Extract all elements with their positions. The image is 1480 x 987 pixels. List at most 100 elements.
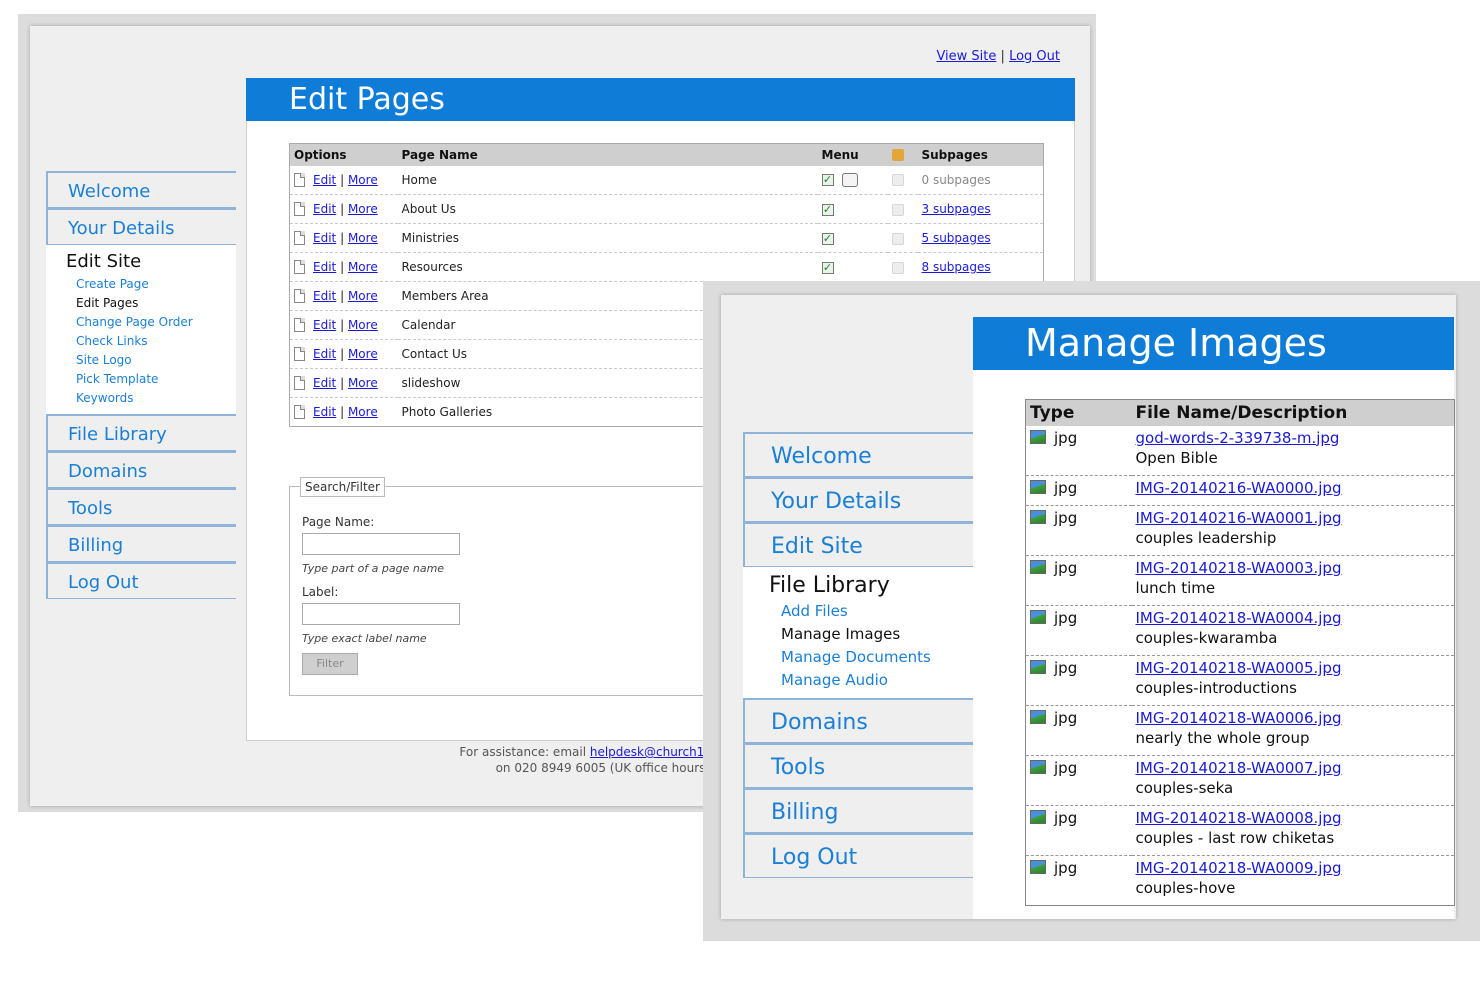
manage-images-sidebar: Welcome Your Details Edit Site File Libr… xyxy=(743,432,973,878)
sidebar-item-edit-site[interactable]: Edit Site xyxy=(743,522,973,567)
file-name-link[interactable]: IMG-20140218-WA0006.jpg xyxy=(1136,709,1451,727)
sidebar: Welcome Your Details Edit Site Create Pa… xyxy=(46,171,236,599)
sidebar-item-log-out[interactable]: Log Out xyxy=(743,833,973,878)
label-input[interactable] xyxy=(302,603,460,625)
page-icon xyxy=(294,376,305,391)
sidebar-item-edit-site[interactable]: Edit Site xyxy=(66,251,236,272)
manage-images-title: Manage Images xyxy=(973,317,1454,370)
lock-icon[interactable] xyxy=(891,261,904,274)
sidebar-item-your-details[interactable]: Your Details xyxy=(46,208,236,245)
file-description: nearly the whole group xyxy=(1135,729,1310,747)
sidebar-item-file-library[interactable]: File Library xyxy=(46,414,236,451)
sidebar-item-billing[interactable]: Billing xyxy=(743,788,973,833)
edit-link[interactable]: Edit xyxy=(313,318,336,332)
sidebar-subitem-manage-images[interactable]: Manage Images xyxy=(769,623,973,646)
checkbox-checked-icon[interactable]: ✓ xyxy=(821,232,834,245)
sidebar-item-welcome[interactable]: Welcome xyxy=(743,432,973,477)
row-type: jpg xyxy=(1025,505,1132,556)
sidebar-subitem-add-files[interactable]: Add Files xyxy=(769,600,973,623)
pages-table-header: Options Page Name Menu Subpages xyxy=(289,143,1044,166)
top-log-out-link[interactable]: Log Out xyxy=(1009,49,1060,64)
sidebar-subitem-check-links[interactable]: Check Links xyxy=(66,332,236,351)
more-link[interactable]: More xyxy=(348,376,378,390)
col-page-name: Page Name xyxy=(397,143,818,166)
edit-link[interactable]: Edit xyxy=(313,173,336,187)
sidebar-subitem-manage-audio[interactable]: Manage Audio xyxy=(769,669,973,692)
sidebar-item-domains[interactable]: Domains xyxy=(743,698,973,743)
row-lock xyxy=(887,223,918,253)
options-separator: | xyxy=(340,201,345,216)
image-file-icon xyxy=(1030,480,1046,494)
file-type: jpg xyxy=(1054,479,1078,497)
more-link[interactable]: More xyxy=(348,231,378,245)
lock-icon[interactable] xyxy=(891,232,904,245)
file-name-link[interactable]: IMG-20140218-WA0007.jpg xyxy=(1136,759,1451,777)
more-link[interactable]: More xyxy=(348,289,378,303)
images-table-header: Type File Name/Description xyxy=(1025,399,1455,426)
more-link[interactable]: More xyxy=(348,173,378,187)
file-name-link[interactable]: IMG-20140218-WA0008.jpg xyxy=(1136,809,1451,827)
checkbox-checked-icon[interactable]: ✓ xyxy=(821,203,834,216)
sidebar-item-tools[interactable]: Tools xyxy=(743,743,973,788)
sidebar-subitem-pick-template[interactable]: Pick Template xyxy=(66,370,236,389)
edit-link[interactable]: Edit xyxy=(313,405,336,419)
more-link[interactable]: More xyxy=(348,405,378,419)
subpages-link[interactable]: 5 subpages xyxy=(922,231,991,245)
file-name-link[interactable]: IMG-20140216-WA0000.jpg xyxy=(1136,479,1451,497)
row-type: jpg xyxy=(1025,605,1132,656)
table-row: jpg IMG-20140218-WA0006.jpg nearly the who… xyxy=(1025,705,1455,756)
sidebar-item-log-out[interactable]: Log Out xyxy=(46,562,236,599)
subpages-link[interactable]: 8 subpages xyxy=(922,260,991,274)
more-link[interactable]: More xyxy=(348,347,378,361)
label-hint: Type exact label name xyxy=(302,632,427,645)
sidebar-subitem-create-page[interactable]: Create Page xyxy=(66,275,236,294)
col-menu: Menu xyxy=(817,143,888,166)
edit-link[interactable]: Edit xyxy=(313,202,336,216)
more-link[interactable]: More xyxy=(348,202,378,216)
more-link[interactable]: More xyxy=(348,260,378,274)
edit-link[interactable]: Edit xyxy=(313,347,336,361)
lock-icon[interactable] xyxy=(891,174,904,187)
page-name-input[interactable] xyxy=(302,533,460,555)
file-name-link[interactable]: IMG-20140218-WA0004.jpg xyxy=(1136,609,1451,627)
search-filter-legend: Search/Filter xyxy=(300,477,385,497)
edit-link[interactable]: Edit xyxy=(313,260,336,274)
sidebar-subitem-change-page-order[interactable]: Change Page Order xyxy=(66,313,236,332)
col-file-name: File Name/Description xyxy=(1131,399,1455,426)
table-row: jpg IMG-20140218-WA0003.jpg lunch time xyxy=(1025,555,1455,606)
file-name-link[interactable]: IMG-20140218-WA0003.jpg xyxy=(1136,559,1451,577)
checkbox-checked-icon[interactable]: ✓ xyxy=(821,261,834,274)
lock-icon[interactable] xyxy=(891,203,904,216)
file-name-link[interactable]: IMG-20140218-WA0005.jpg xyxy=(1136,659,1451,677)
row-subpages: 3 subpages xyxy=(917,194,1044,224)
edit-link[interactable]: Edit xyxy=(313,231,336,245)
subpages-link[interactable]: 3 subpages xyxy=(922,202,991,216)
file-name-link[interactable]: god-words-2-339738-m.jpg xyxy=(1136,429,1451,447)
file-type: jpg xyxy=(1054,759,1078,777)
sidebar-subitem-keywords[interactable]: Keywords xyxy=(66,389,236,408)
file-name-link[interactable]: IMG-20140216-WA0001.jpg xyxy=(1136,509,1451,527)
sidebar-item-domains[interactable]: Domains xyxy=(46,451,236,488)
edit-link[interactable]: Edit xyxy=(313,289,336,303)
file-name-link[interactable]: IMG-20140218-WA0009.jpg xyxy=(1136,859,1451,877)
table-row: Edit | More Ministries ✓ 5 subpages xyxy=(289,223,1044,253)
more-link[interactable]: More xyxy=(348,318,378,332)
image-file-icon xyxy=(1030,810,1046,824)
file-description: couples-kwaramba xyxy=(1135,629,1278,647)
sidebar-item-file-library[interactable]: File Library xyxy=(769,573,973,598)
sidebar-item-your-details[interactable]: Your Details xyxy=(743,477,973,522)
sidebar-subitem-manage-documents[interactable]: Manage Documents xyxy=(769,646,973,669)
checkbox-checked-icon[interactable]: ✓ xyxy=(821,174,834,186)
edit-link[interactable]: Edit xyxy=(313,376,336,390)
sidebar-item-billing[interactable]: Billing xyxy=(46,525,236,562)
filter-button[interactable]: Filter xyxy=(302,653,358,675)
view-site-link[interactable]: View Site xyxy=(936,49,996,64)
sidebar-section-edit-site: Edit Site Create Page Edit Pages Change … xyxy=(46,245,236,414)
row-options: Edit | More xyxy=(289,397,398,427)
sidebar-item-tools[interactable]: Tools xyxy=(46,488,236,525)
row-file: IMG-20140218-WA0009.jpg couples-hove xyxy=(1131,855,1455,906)
sidebar-subitem-edit-pages[interactable]: Edit Pages xyxy=(66,294,236,313)
sidebar-item-welcome[interactable]: Welcome xyxy=(46,171,236,208)
sidebar-subitem-site-logo[interactable]: Site Logo xyxy=(66,351,236,370)
row-file: IMG-20140218-WA0007.jpg couples-seka xyxy=(1131,755,1455,806)
